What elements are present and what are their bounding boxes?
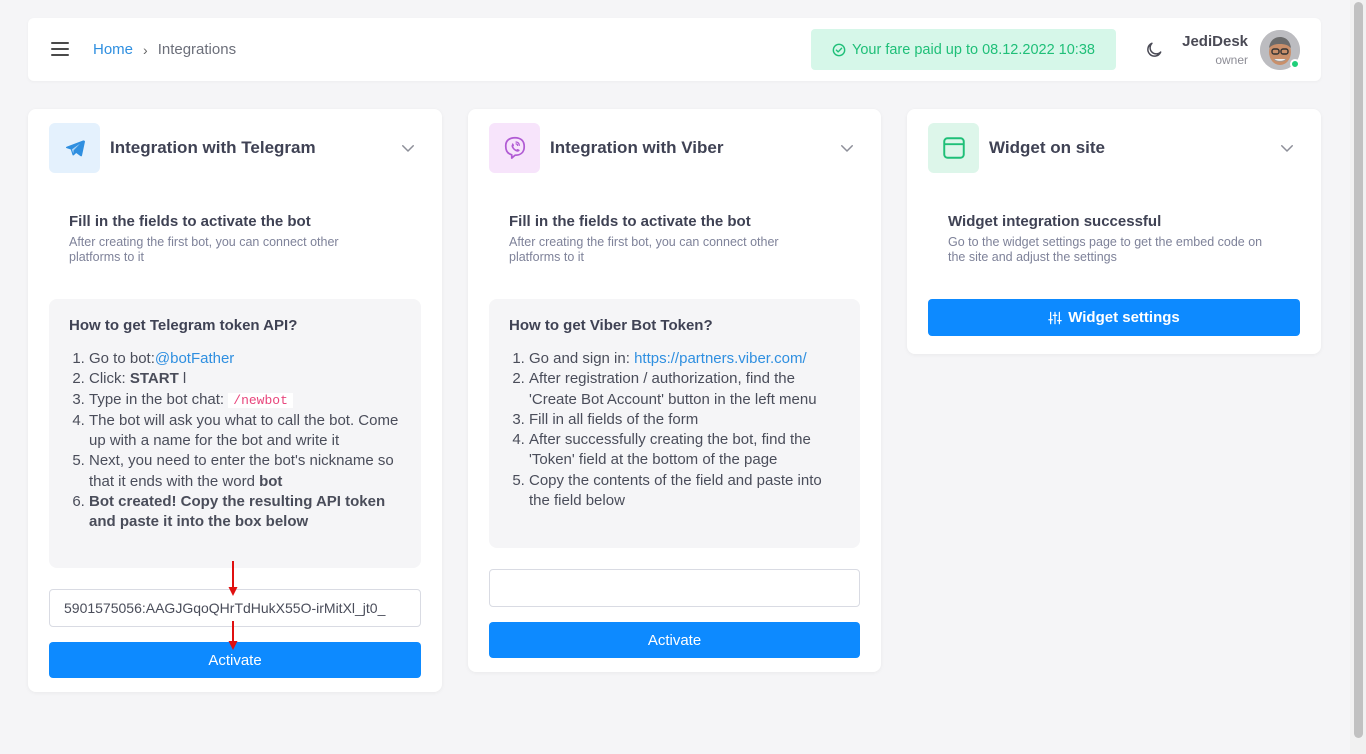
list-item: The bot will ask you what to call the bo… (89, 411, 401, 452)
telegram-card-title: Integration with Telegram (110, 138, 316, 157)
user-role: owner (1215, 53, 1248, 67)
telegram-howto-box: How to get Telegram token API? Go to bot… (49, 299, 421, 568)
widget-card-header[interactable]: Widget on site (928, 123, 1300, 173)
telegram-steps-list: Go to bot:@botFather Click: START l Type… (69, 349, 401, 533)
telegram-icon (65, 140, 85, 157)
list-item: Next, you need to enter the bot's nickna… (89, 451, 401, 492)
fare-status-badge: Your fare paid up to 08.12.2022 10:38 (811, 29, 1116, 70)
viber-integration-card: Integration with Viber Fill in the field… (468, 109, 881, 672)
list-item: Go to bot:@botFather (89, 349, 401, 369)
breadcrumb-home-link[interactable]: Home (93, 41, 133, 58)
newbot-command-code: /newbot (228, 392, 293, 408)
chevron-down-icon[interactable] (399, 139, 417, 157)
widget-settings-label: Widget settings (1068, 309, 1180, 326)
chevron-down-icon[interactable] (1278, 139, 1296, 157)
page-scrollbar[interactable] (1350, 0, 1366, 754)
widget-success-title: Widget integration successful (948, 213, 1162, 230)
window-icon (942, 137, 965, 159)
list-item: After registration / authorization, find… (529, 369, 840, 410)
widget-icon-box (928, 123, 979, 173)
viber-partners-link[interactable]: https://partners.viber.com/ (634, 350, 807, 367)
list-item: Copy the contents of the field and paste… (529, 471, 840, 512)
list-item: Type in the bot chat: /newbot (89, 390, 401, 411)
viber-card-title: Integration with Viber (550, 138, 724, 157)
widget-card-title: Widget on site (989, 138, 1106, 157)
viber-icon (504, 136, 525, 159)
viber-fill-text: After creating the first bot, you can co… (509, 235, 779, 264)
telegram-fill-text: After creating the first bot, you can co… (69, 235, 339, 264)
sliders-icon (1048, 311, 1062, 324)
chevron-down-icon[interactable] (838, 139, 856, 157)
scrollbar-thumb[interactable] (1354, 2, 1363, 738)
widget-success-text: Go to the widget settings page to get th… (948, 235, 1263, 264)
breadcrumb-current: Integrations (157, 41, 237, 58)
red-arrow-down-icon (228, 621, 238, 650)
list-item: Go and sign in: https://partners.viber.c… (529, 349, 840, 369)
online-status-dot (1290, 59, 1300, 69)
botfather-link[interactable]: @botFather (155, 350, 234, 367)
viber-token-input[interactable] (489, 569, 860, 607)
top-header: Home › Integrations Your fare paid up to… (28, 18, 1321, 81)
telegram-howto-title: How to get Telegram token API? (69, 317, 298, 334)
viber-fill-title: Fill in the fields to activate the bot (509, 213, 751, 230)
telegram-integration-card: Integration with Telegram Fill in the fi… (28, 109, 442, 692)
moon-icon[interactable] (1144, 40, 1164, 60)
list-item: After successfully creating the bot, fin… (529, 430, 840, 471)
telegram-icon-box (49, 123, 100, 173)
viber-howto-box: How to get Viber Bot Token? Go and sign … (489, 299, 860, 548)
breadcrumb-separator: › (143, 41, 148, 58)
fare-status-text: Your fare paid up to 08.12.2022 10:38 (852, 41, 1095, 58)
viber-howto-title: How to get Viber Bot Token? (509, 317, 713, 334)
list-item: Bot created! Copy the resulting API toke… (89, 492, 401, 533)
list-item: Fill in all fields of the form (529, 410, 840, 430)
check-circle-icon (832, 43, 846, 56)
list-item: Click: START l (89, 369, 401, 389)
viber-card-header[interactable]: Integration with Viber (489, 123, 860, 173)
viber-icon-box (489, 123, 540, 173)
widget-card: Widget on site Widget integration succes… (907, 109, 1321, 354)
viber-steps-list: Go and sign in: https://partners.viber.c… (509, 349, 840, 511)
menu-icon[interactable] (51, 42, 69, 56)
red-arrow-down-icon (228, 561, 238, 596)
telegram-fill-title: Fill in the fields to activate the bot (69, 213, 311, 230)
breadcrumb: Home › Integrations (93, 41, 236, 58)
user-name[interactable]: JediDesk (1182, 33, 1248, 50)
telegram-card-header[interactable]: Integration with Telegram (49, 123, 421, 173)
viber-activate-button[interactable]: Activate (489, 622, 860, 658)
widget-settings-button[interactable]: Widget settings (928, 299, 1300, 336)
